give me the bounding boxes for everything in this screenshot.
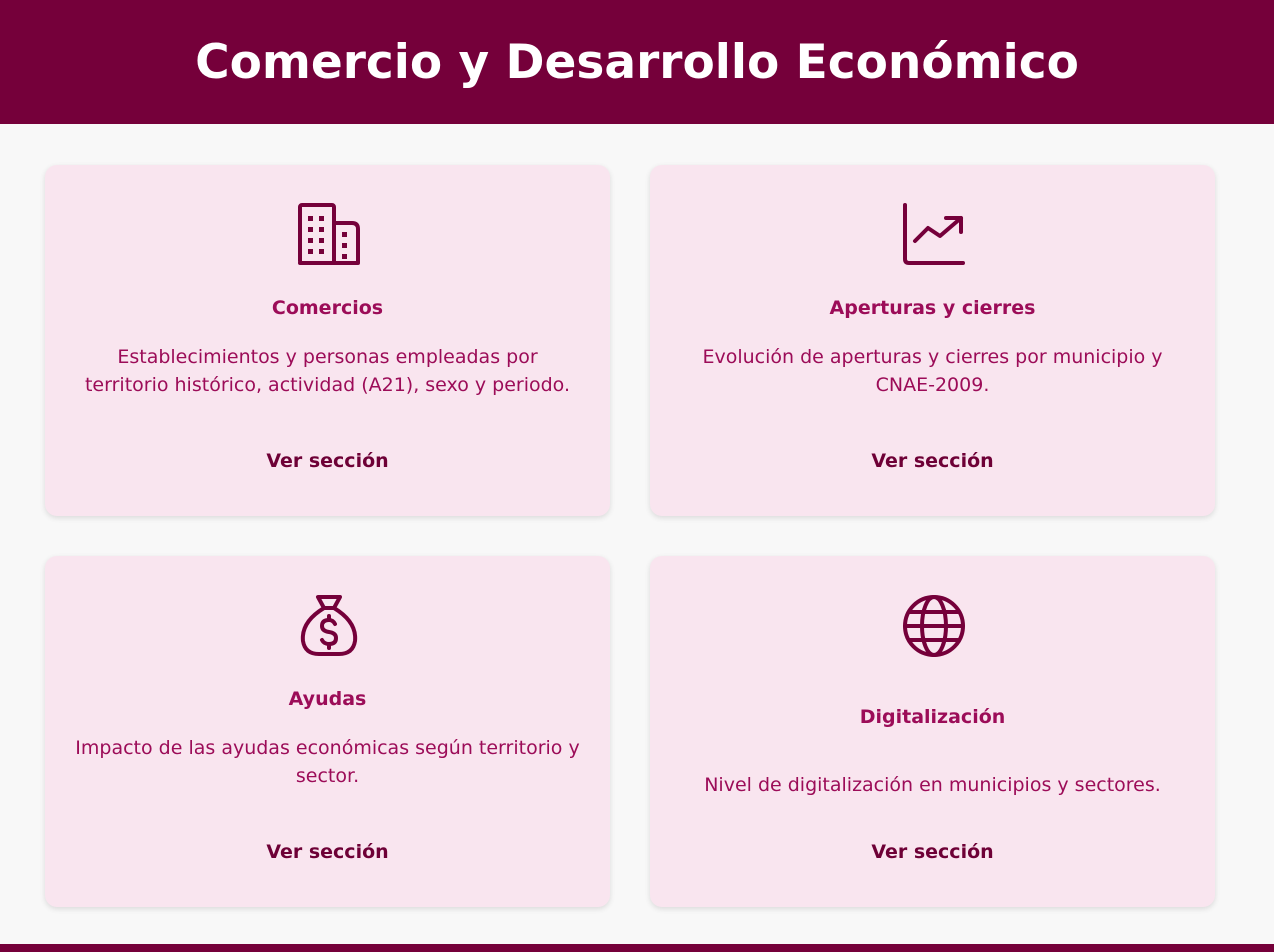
page-header: Comercio y Desarrollo Económico	[0, 0, 1274, 124]
card-link-ver-seccion[interactable]: Ver sección	[45, 450, 610, 472]
card-comercios[interactable]: Comercios Establecimientos y personas em…	[45, 165, 610, 516]
building-icon	[297, 203, 361, 267]
card-title: Ayudas	[288, 688, 367, 710]
card-description: Establecimientos y personas empleadas po…	[84, 346, 570, 396]
globe-icon	[902, 594, 966, 658]
page-title: Comercio y Desarrollo Económico	[195, 34, 1079, 90]
footer-bar	[0, 944, 1274, 952]
card-description: Evolución de aperturas y cierres por mun…	[702, 346, 1163, 396]
card-title: Aperturas y cierres	[829, 297, 1036, 319]
card-link-ver-seccion[interactable]: Ver sección	[45, 841, 610, 863]
card-title: Digitalización	[859, 706, 1006, 728]
card-link-ver-seccion[interactable]: Ver sección	[650, 450, 1215, 472]
card-description: Impacto de las ayudas económicas según t…	[75, 737, 580, 787]
card-link-ver-seccion[interactable]: Ver sección	[650, 841, 1215, 863]
card-ayudas[interactable]: Ayudas Impacto de las ayudas económicas …	[45, 556, 610, 907]
card-digitalizacion[interactable]: Digitalización Nivel de digitalización e…	[650, 556, 1215, 907]
card-description: Nivel de digitalización en municipios y …	[704, 774, 1161, 796]
money-bag-icon	[297, 594, 361, 658]
card-title: Comercios	[271, 297, 384, 319]
chart-line-down-icon	[902, 203, 966, 267]
card-aperturas-cierres[interactable]: Aperturas y cierres Evolución de apertur…	[650, 165, 1215, 516]
